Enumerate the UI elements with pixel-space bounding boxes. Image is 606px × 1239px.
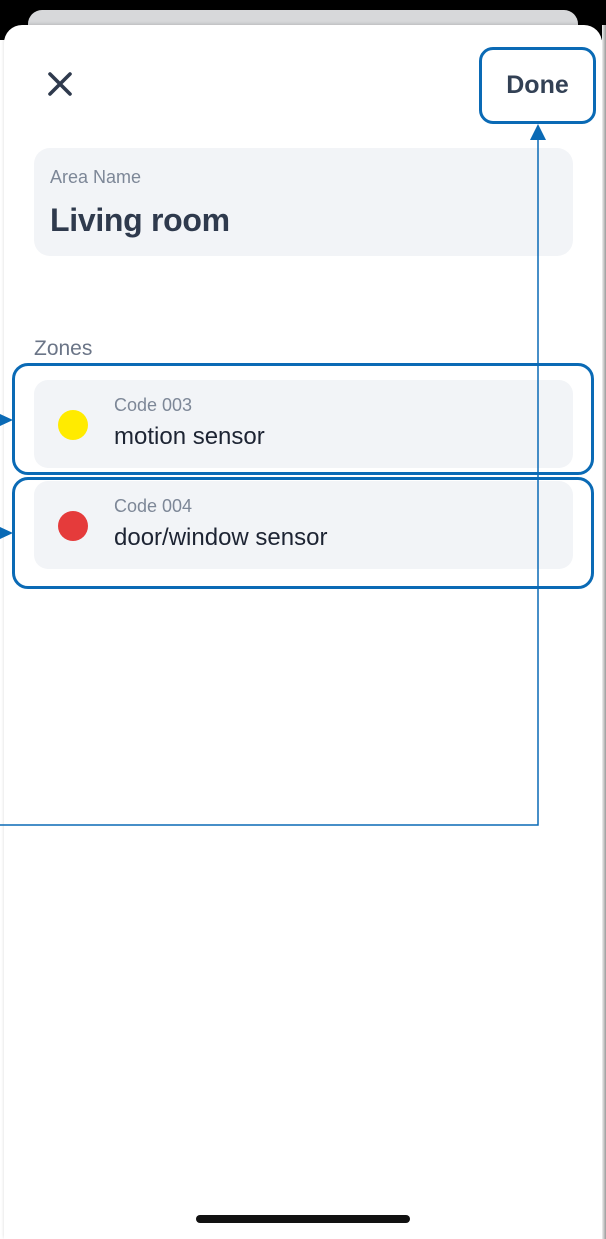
zone-status-dot [58, 410, 88, 440]
zone-code: Code 004 [114, 496, 193, 516]
sheet-edge-shadow [602, 25, 606, 1239]
area-name-field[interactable]: Area Name Living room [34, 148, 573, 256]
zone-item-motion-sensor[interactable]: Code 003 motion sensor [34, 380, 573, 468]
zone-code: Code 003 [114, 395, 193, 415]
close-icon [48, 72, 72, 96]
zone-item-door-window-sensor[interactable]: Code 004 door/window sensor [34, 481, 573, 569]
home-indicator [196, 1215, 410, 1223]
zones-section-label: Zones [34, 337, 93, 360]
zone-status-dot [58, 511, 88, 541]
close-button[interactable] [40, 64, 80, 104]
area-name-label: Area Name [50, 167, 142, 187]
zone-name: door/window sensor [114, 524, 328, 551]
app-screen: Done Area Name Living room Zones Code 00… [0, 0, 606, 1239]
zone-name: motion sensor [114, 423, 265, 450]
area-name-value[interactable]: Living room [50, 202, 230, 239]
done-button[interactable]: Done [479, 47, 596, 124]
